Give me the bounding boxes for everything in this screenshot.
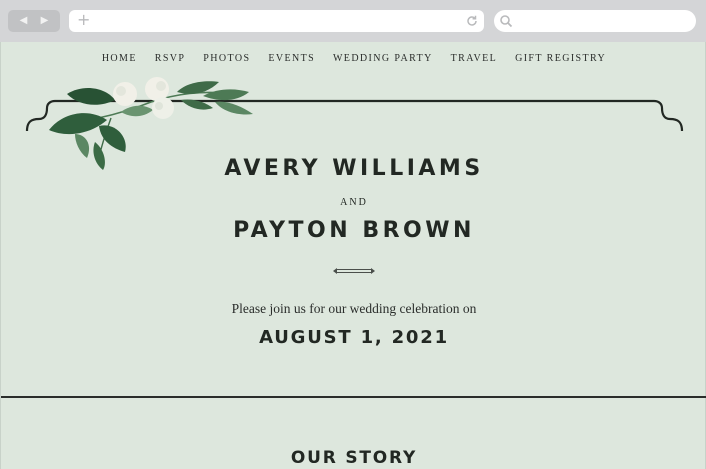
plus-icon[interactable]: + xyxy=(77,12,90,28)
history-buttons: ◀ ▶ xyxy=(8,10,60,32)
search-icon xyxy=(500,15,513,28)
browser-toolbar: ◀ ▶ + xyxy=(0,0,706,42)
ornament-divider-icon xyxy=(333,268,375,274)
and-separator: AND xyxy=(340,197,368,208)
section-divider xyxy=(1,396,706,398)
forward-arrow-icon[interactable]: ▶ xyxy=(41,16,49,26)
wedding-date: AUGUST 1, 2021 xyxy=(259,327,449,348)
section-title-our-story: OUR STORY xyxy=(290,448,418,468)
partner-two-name: PAYTON BROWN xyxy=(233,218,475,243)
browser-search-field[interactable] xyxy=(494,10,696,32)
address-bar[interactable]: + xyxy=(69,10,484,32)
reload-icon[interactable] xyxy=(465,14,479,28)
wedding-website: HOME RSVP PHOTOS EVENTS WEDDING PARTY TR… xyxy=(0,42,706,469)
partner-one-name: AVERY WILLIAMS xyxy=(224,156,484,181)
invitation-text: Please join us for our wedding celebrati… xyxy=(231,301,477,316)
back-arrow-icon[interactable]: ◀ xyxy=(20,16,28,26)
